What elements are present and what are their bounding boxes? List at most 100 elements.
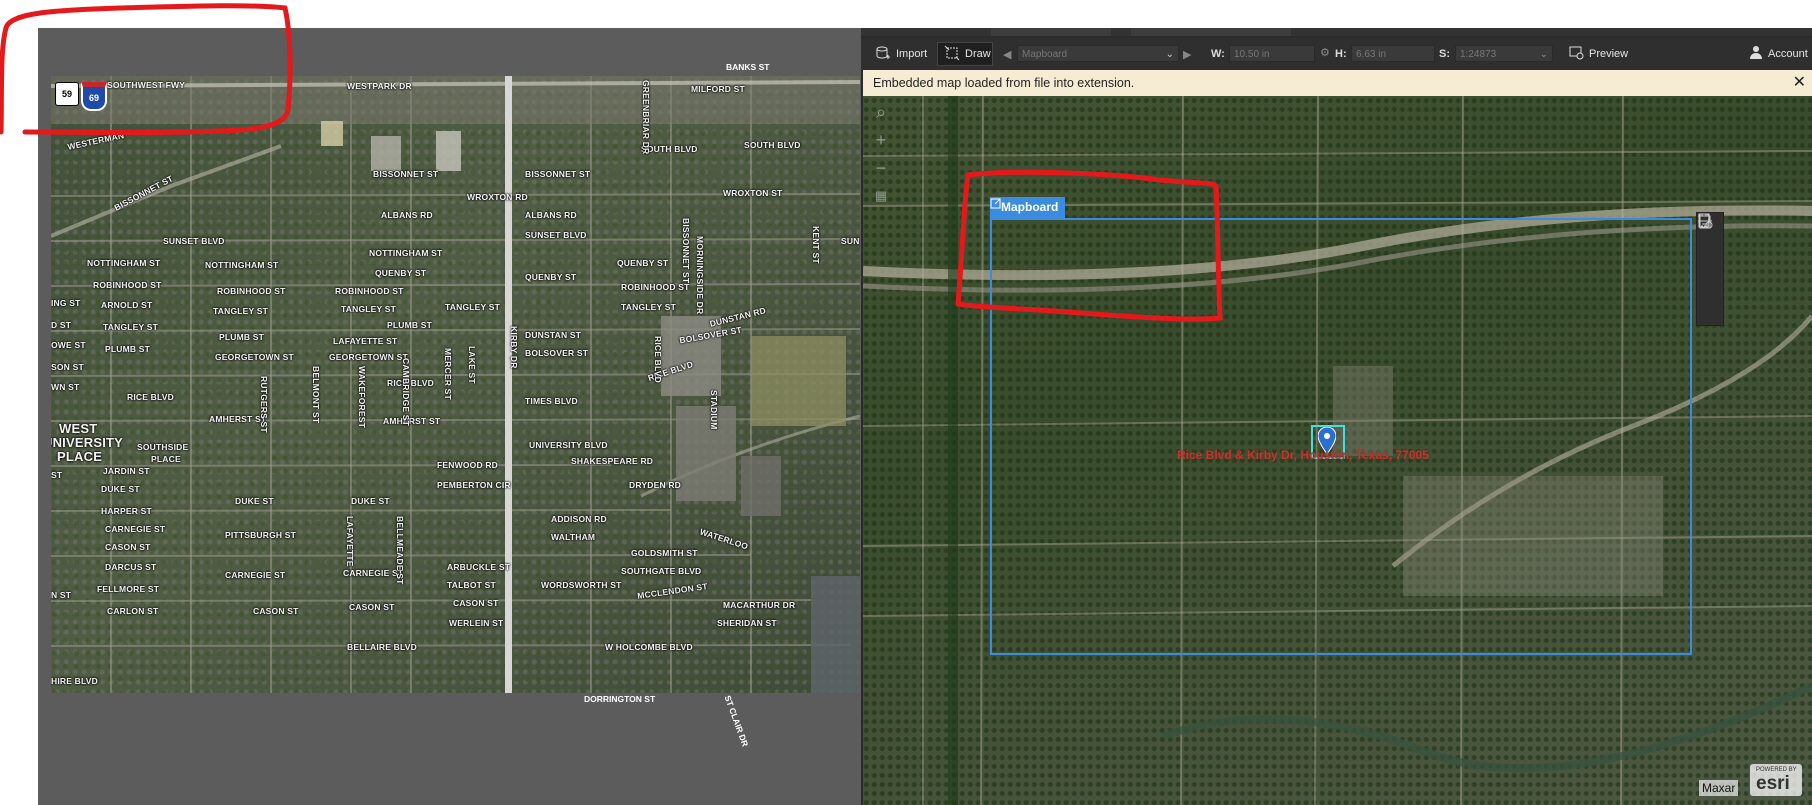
height-field[interactable]: 6.63 in	[1351, 45, 1435, 62]
street-label: RICE BLVD	[653, 336, 663, 383]
street-label: ALBANS RD	[525, 210, 577, 220]
street-label: GEORGETOWN ST	[329, 352, 408, 362]
notification-message: Embedded map loaded from file into exten…	[873, 76, 1135, 90]
street-label: DUKE ST	[235, 496, 274, 506]
mapping-extension-panel: Import Draw ◀ Mapboard ⌄ ▶ W: 10.50 in ⚙…	[861, 28, 1812, 805]
street-label: CARNEGIE ST	[225, 570, 286, 580]
place-label: PLACE	[57, 449, 103, 464]
chevron-down-icon: ⌄	[1539, 49, 1548, 60]
street-label: TANGLEY ST	[341, 304, 397, 314]
user-account-icon	[1749, 45, 1763, 63]
street-label: PLUMB ST	[105, 344, 151, 354]
street-label: MACARTHUR DR	[723, 600, 796, 610]
import-button[interactable]: Import	[875, 42, 927, 66]
us59-number: 59	[61, 89, 72, 99]
street-label: MORNINGSIDE DR	[695, 236, 705, 315]
link-icon[interactable]: ⚙	[1320, 46, 1330, 59]
database-import-icon	[875, 45, 891, 64]
street-label: TIMES BLVD	[525, 396, 578, 406]
street-label: GOLDSMITH ST	[631, 548, 698, 558]
street-label: DUKE ST	[101, 484, 140, 494]
street-label: KIRBY DR	[509, 326, 519, 369]
street-label: SUN	[841, 236, 860, 246]
crop-icon[interactable]	[1697, 215, 1723, 297]
street-label: OWE ST	[51, 340, 86, 350]
street-label: BELMONT ST	[311, 366, 321, 424]
street-label: GEORGETOWN ST	[215, 352, 294, 362]
imagery-attribution: Maxar	[1699, 780, 1739, 796]
satellite-map[interactable]: ⌕ + − ▦ Mapboard Rice Blvd & Kirby Dr, H…	[863, 96, 1812, 805]
close-icon[interactable]: ✕	[1793, 70, 1806, 96]
trash-icon[interactable]	[1697, 213, 1723, 325]
street-label: KENT ST	[811, 226, 821, 264]
street-label: ARBUCKLE ST	[447, 562, 511, 572]
place-label: WEST	[59, 421, 98, 436]
street-label: PEMBERTON CIR	[437, 480, 511, 490]
street-label: SUNSET BLVD	[525, 230, 587, 240]
import-label: Import	[896, 48, 928, 60]
zoom-out-icon[interactable]: −	[871, 158, 891, 178]
street-label: SOUTHWEST FWY	[107, 80, 186, 90]
street-label: CASON ST	[349, 602, 395, 612]
street-label: DRYDEN RD	[629, 480, 682, 490]
street-label: LAFAYETTE ST	[333, 336, 398, 346]
scale-select[interactable]: 1:24873 ⌄	[1455, 45, 1553, 62]
street-label: HARPER ST	[101, 506, 152, 516]
street-label: WORDSWORTH ST	[541, 580, 622, 590]
street-label: GREENBRIAR DR	[641, 80, 651, 155]
street-label: FENWOOD RD	[437, 460, 499, 470]
us59-shield-icon: 59	[55, 82, 79, 106]
street-label: QUENBY ST	[525, 272, 577, 282]
draw-button[interactable]: Draw	[937, 42, 993, 66]
mapboard-tag[interactable]: Mapboard	[990, 197, 1066, 218]
grid-icon[interactable]: ▦	[871, 186, 891, 206]
panel-header-strip	[861, 28, 1812, 36]
street-label: BANKS ST	[726, 62, 770, 72]
street-label: NOTTINGHAM ST	[87, 258, 161, 268]
street-label: ROBINHOOD ST	[93, 280, 162, 290]
street-label: PITTSBURGH ST	[225, 530, 297, 540]
street-label: ARNOLD ST	[101, 300, 153, 310]
street-label: NOTTINGHAM ST	[369, 248, 443, 258]
street-label: CARLON ST	[107, 606, 159, 616]
mapboard-label: Mapboard	[1001, 200, 1059, 214]
street-label: CASON ST	[253, 606, 299, 616]
street-label: W HOLCOMBE BLVD	[605, 642, 693, 652]
street-label: QUENBY ST	[617, 258, 669, 268]
street-label: DUKE ST	[351, 496, 390, 506]
magnifier-icon[interactable]: ⌕	[871, 102, 891, 122]
street-label: MERCER ST	[443, 348, 453, 400]
street-label: PLUMB ST	[387, 320, 433, 330]
i69-shield-icon: 69	[81, 82, 107, 111]
street-label: CASON ST	[453, 598, 499, 608]
street-label: DUNSTAN ST	[525, 330, 582, 340]
prev-mapboard-button[interactable]: ◀	[1003, 42, 1011, 66]
street-label: CASON ST	[105, 542, 151, 552]
street-label: TANGLEY ST	[621, 302, 677, 312]
street-label: TANGLEY ST	[445, 302, 501, 312]
street-label: AMHERST ST	[383, 416, 441, 426]
street-label: SON ST	[51, 362, 84, 372]
i69-number: 69	[88, 93, 99, 103]
mapboard-select[interactable]: Mapboard ⌄	[1017, 45, 1179, 62]
zoom-in-icon[interactable]: +	[871, 130, 891, 150]
document-icon[interactable]	[1697, 213, 1723, 269]
draw-rectangle-icon	[944, 45, 960, 64]
next-mapboard-button[interactable]: ▶	[1183, 42, 1191, 66]
street-label: WAKEFOREST	[357, 366, 367, 428]
notification-bar: Embedded map loaded from file into exten…	[863, 70, 1812, 96]
account-button[interactable]: Account	[1749, 42, 1808, 66]
street-label: UNIVERSITY BLVD	[529, 440, 608, 450]
toolbar: Import Draw ◀ Mapboard ⌄ ▶ W: 10.50 in ⚙…	[861, 38, 1812, 71]
street-label: WALTHAM	[551, 532, 596, 542]
street-label: BISSONNET ST	[373, 169, 439, 179]
street-label: ROBINHOOD ST	[621, 282, 690, 292]
draw-label: Draw	[965, 48, 991, 60]
street-label: AMHERST ST	[209, 414, 267, 424]
width-field[interactable]: 10.50 in	[1229, 45, 1315, 62]
street-label: RICE BLVD	[127, 392, 174, 402]
street-label: PLACE	[151, 454, 181, 464]
width-label: W:	[1211, 48, 1225, 60]
preview-button[interactable]: Preview	[1569, 42, 1628, 66]
street-label: ROBINHOOD ST	[217, 286, 286, 296]
